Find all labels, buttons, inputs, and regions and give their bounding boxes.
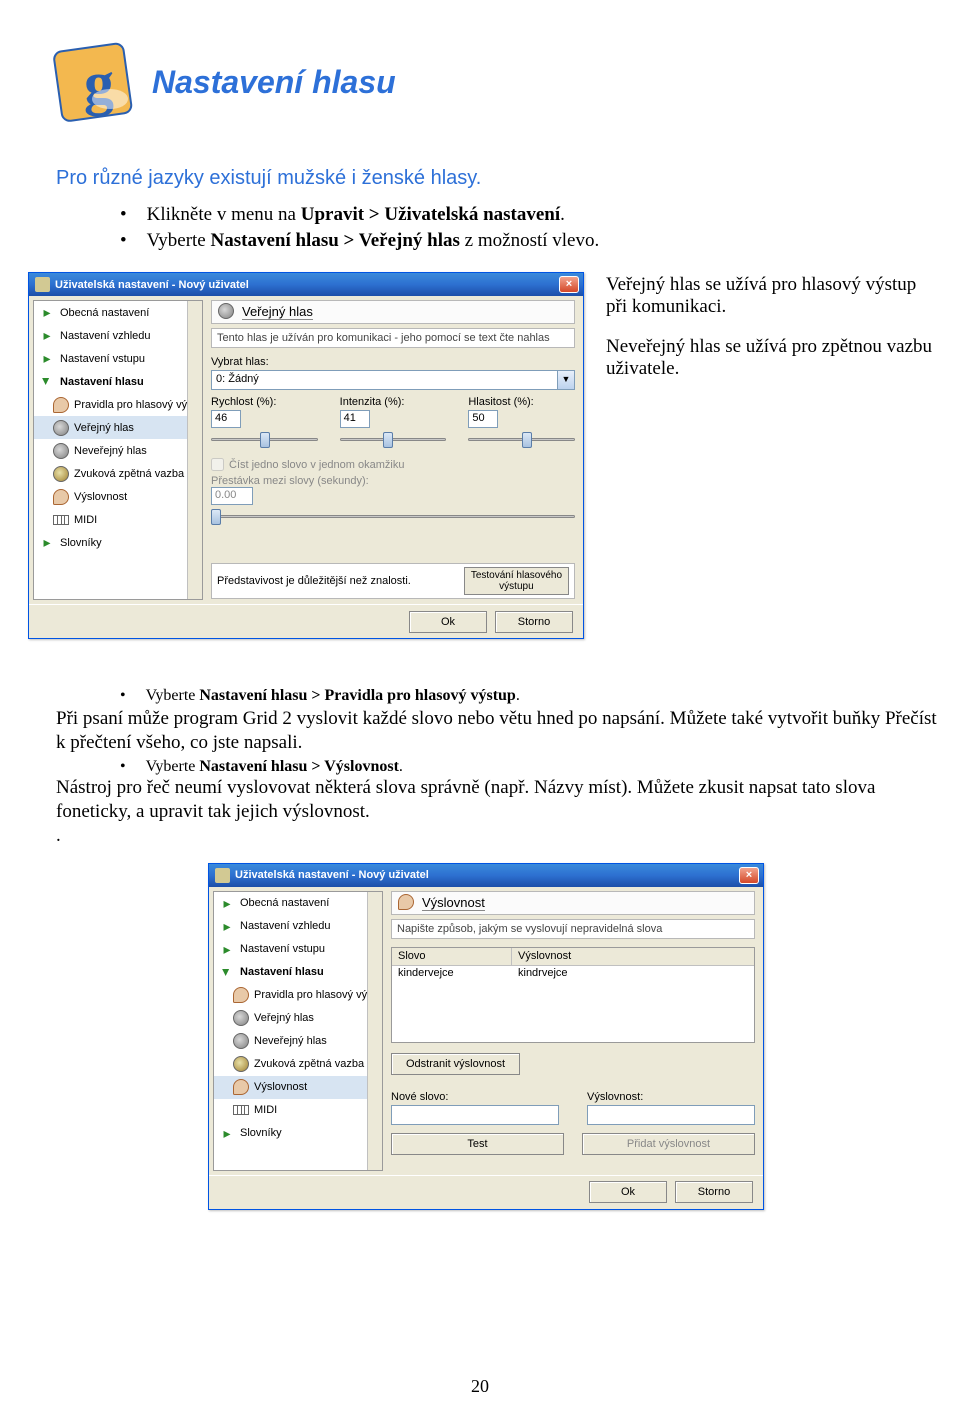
tree-scrollbar[interactable] <box>187 301 202 599</box>
dialog-voice-settings: Uživatelská nastavení - Nový uživatel × … <box>28 272 584 639</box>
pause-slider[interactable] <box>211 507 575 525</box>
speaker-icon <box>218 303 236 321</box>
table-row[interactable]: kindervejce kindrvejce <box>392 966 754 983</box>
top-bullet-list: Klikněte v menu na Upravit > Uživatelská… <box>0 204 960 252</box>
new-word-label: Nové slovo: <box>391 1091 559 1103</box>
dlg2-title-icon <box>215 868 230 883</box>
intensity-value[interactable]: 41 <box>340 410 370 428</box>
volume-label: Hlasitost (%): <box>468 396 575 408</box>
pronunciation-input[interactable] <box>587 1105 755 1125</box>
volume-slider[interactable] <box>468 430 575 448</box>
cancel-button[interactable]: Storno <box>675 1181 753 1203</box>
select-voice-combo[interactable]: 0: Žádný ▼ <box>211 370 575 390</box>
cancel-button[interactable]: Storno <box>495 611 573 633</box>
tree-item-audio-feedback[interactable]: Zvuková zpětná vazba <box>34 462 202 485</box>
add-pronunciation-button[interactable]: Přidat výslovnost <box>582 1133 755 1155</box>
lone-dot: . <box>0 824 960 848</box>
dlg1-tree[interactable]: ▸Obecná nastavení ▸Nastavení vzhledu ▸Na… <box>33 300 203 600</box>
test-voice-button[interactable]: Testování hlasového výstupu <box>464 567 569 595</box>
tree-item-midi[interactable]: MIDI <box>34 508 202 531</box>
dlg1-panel-desc: Tento hlas je užíván pro komunikaci - je… <box>211 328 575 348</box>
tree-item-pronunciation[interactable]: Výslovnost <box>34 485 202 508</box>
bullet-select-public: Vyberte Nastavení hlasu > Veřejný hlas z… <box>120 230 960 252</box>
dlg2-tree[interactable]: ▸Obecná nastavení ▸Nastavení vzhledu ▸Na… <box>213 891 383 1171</box>
tree-item-appearance[interactable]: ▸Nastavení vzhledu <box>214 915 382 938</box>
tree-item-public-voice[interactable]: Veřejný hlas <box>214 1007 382 1030</box>
page-number: 20 <box>0 1376 960 1397</box>
tree-item-general[interactable]: ▸Obecná nastavení <box>214 892 382 915</box>
intro-text: Pro různé jazyky existují mužské i žensk… <box>0 167 960 190</box>
tree-item-private-voice[interactable]: Neveřejný hlas <box>214 1030 382 1053</box>
dlg2-titlebar[interactable]: Uživatelská nastavení - Nový uživatel × <box>209 864 763 887</box>
page-title: Nastavení hlasu <box>152 64 396 101</box>
new-word-input[interactable] <box>391 1105 559 1125</box>
dialog-pronunciation: Uživatelská nastavení - Nový uživatel × … <box>208 863 764 1210</box>
tree-item-input[interactable]: ▸Nastavení vstupu <box>214 938 382 961</box>
dlg1-title-icon <box>35 277 50 292</box>
pause-value[interactable]: 0.00 <box>211 487 253 505</box>
tree-item-appearance[interactable]: ▸Nastavení vzhledu <box>34 324 202 347</box>
para-rules: Při psaní může program Grid 2 vyslovit k… <box>0 707 960 756</box>
checkbox-icon[interactable] <box>211 458 224 471</box>
tree-item-public-voice[interactable]: Veřejný hlas <box>34 416 202 439</box>
bullet-pronunciation: Vyberte Nastavení hlasu > Výslovnost. <box>120 758 960 776</box>
close-icon[interactable]: × <box>559 276 579 293</box>
select-voice-label: Vybrat hlas: <box>211 356 575 368</box>
tree-item-voice[interactable]: ▸Nastavení hlasu <box>214 961 382 984</box>
volume-value[interactable]: 50 <box>468 410 498 428</box>
dlg1-title: Uživatelská nastavení - Nový uživatel <box>55 279 559 291</box>
tree-scrollbar[interactable] <box>367 892 382 1170</box>
table-header: Slovo Výslovnost <box>392 948 754 966</box>
pron-label: Výslovnost: <box>587 1091 755 1103</box>
rate-slider[interactable] <box>211 430 318 448</box>
intensity-label: Intenzita (%): <box>340 396 447 408</box>
dlg2-title: Uživatelská nastavení - Nový uživatel <box>235 869 739 881</box>
chevron-down-icon[interactable]: ▼ <box>558 370 575 390</box>
pause-label: Přestávka mezi slovy (sekundy): <box>211 475 575 487</box>
test-sentence-box: Představivost je důležitější než znalost… <box>211 563 575 599</box>
tree-item-audio-feedback[interactable]: Zvuková zpětná vazba <box>214 1053 382 1076</box>
side-text-p2: Neveřejný hlas se užívá pro zpětnou vazb… <box>606 336 936 380</box>
bullet-rules: Vyberte Nastavení hlasu > Pravidla pro h… <box>120 687 960 705</box>
intensity-slider[interactable] <box>340 430 447 448</box>
tree-item-voice[interactable]: ▸Nastavení hlasu <box>34 370 202 393</box>
bullet-click-menu: Klikněte v menu na Upravit > Uživatelská… <box>120 204 960 226</box>
remove-pronunciation-button[interactable]: Odstranit výslovnost <box>391 1053 520 1075</box>
dlg2-panel-desc: Napište způsob, jakým se vyslovují nepra… <box>391 919 755 939</box>
pronunciation-table[interactable]: Slovo Výslovnost kindervejce kindrvejce <box>391 947 755 1043</box>
tree-item-dictionaries[interactable]: ▸Slovníky <box>34 531 202 554</box>
rate-value[interactable]: 46 <box>211 410 241 428</box>
tree-item-general[interactable]: ▸Obecná nastavení <box>34 301 202 324</box>
dlg1-titlebar[interactable]: Uživatelská nastavení - Nový uživatel × <box>29 273 583 296</box>
tree-item-private-voice[interactable]: Neveřejný hlas <box>34 439 202 462</box>
tree-item-midi[interactable]: MIDI <box>214 1099 382 1122</box>
dlg1-panel-header: Veřejný hlas <box>211 300 575 324</box>
dlg2-panel-header: Výslovnost <box>391 891 755 915</box>
tree-item-input[interactable]: ▸Nastavení vstupu <box>34 347 202 370</box>
tree-item-dictionaries[interactable]: ▸Slovníky <box>214 1122 382 1145</box>
ok-button[interactable]: Ok <box>589 1181 667 1203</box>
test-button[interactable]: Test <box>391 1133 564 1155</box>
tree-item-pronunciation[interactable]: Výslovnost <box>214 1076 382 1099</box>
para-pronunciation: Nástroj pro řeč neumí vyslovovat některá… <box>0 776 960 825</box>
tree-item-rules[interactable]: Pravidla pro hlasový výstup <box>214 984 382 1007</box>
read-one-word-check[interactable]: Číst jedno slovo v jednom okamžiku <box>211 458 575 471</box>
rate-label: Rychlost (%): <box>211 396 318 408</box>
ok-button[interactable]: Ok <box>409 611 487 633</box>
tree-item-rules[interactable]: Pravidla pro hlasový výstup <box>34 393 202 416</box>
side-text-p1: Veřejný hlas se užívá pro hlasový výstup… <box>606 274 936 318</box>
app-logo: g <box>56 45 130 119</box>
close-icon[interactable]: × <box>739 867 759 884</box>
ear-icon <box>398 894 416 912</box>
